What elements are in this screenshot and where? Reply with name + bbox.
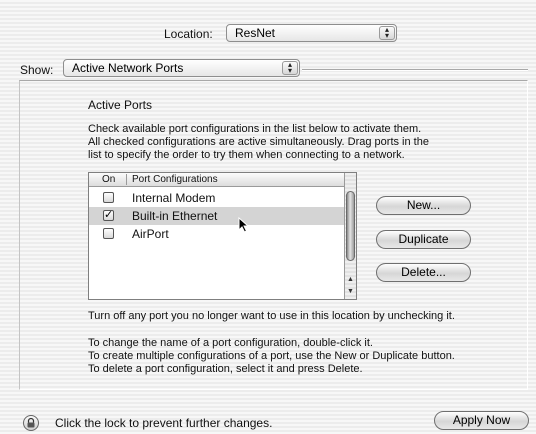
port-name: AirPort <box>132 227 169 241</box>
lock-text: Click the lock to prevent further change… <box>55 416 273 430</box>
location-value: ResNet <box>235 26 276 40</box>
list-item-airport[interactable]: AirPort <box>89 225 344 243</box>
list-header: On Port Configurations <box>89 173 344 187</box>
column-header-port-configurations[interactable]: Port Configurations <box>132 173 218 186</box>
arrow-cursor-icon <box>238 217 249 233</box>
up-down-arrows-icon: ▴ ▾ <box>282 61 298 75</box>
show-separator <box>302 69 528 71</box>
port-checkbox[interactable]: ✓ <box>103 210 114 221</box>
duplicate-button[interactable]: Duplicate <box>376 230 471 249</box>
note-line-3: To delete a port configuration, select i… <box>88 363 363 375</box>
show-value: Active Network Ports <box>72 61 184 75</box>
show-label: Show: <box>20 63 54 77</box>
show-popup[interactable]: Active Network Ports ▴ ▾ <box>63 59 300 77</box>
section-title: Active Ports <box>88 98 153 112</box>
new-button[interactable]: New... <box>376 196 471 215</box>
note-line-2: To create multiple configurations of a p… <box>88 350 455 362</box>
checkmark-icon: ✓ <box>104 209 114 221</box>
delete-button[interactable]: Delete... <box>376 263 471 282</box>
instructions-line-3: list to specify the order to try them wh… <box>88 149 405 161</box>
port-checkbox[interactable] <box>103 228 114 239</box>
port-name: Built-in Ethernet <box>132 209 218 223</box>
list-scrollbar[interactable]: ▲ ▼ <box>344 173 356 299</box>
lock-icon[interactable] <box>23 415 39 431</box>
scroll-up-icon[interactable]: ▲ <box>345 274 356 285</box>
location-popup[interactable]: ResNet ▴ ▾ <box>226 24 397 42</box>
scrollbar-thumb[interactable] <box>346 191 355 261</box>
note-line-1: To change the name of a port configurati… <box>88 337 373 349</box>
scroll-down-icon[interactable]: ▼ <box>345 286 356 297</box>
column-header-on[interactable]: On <box>102 173 115 186</box>
instructions-line-1: Check available port configurations in t… <box>88 123 422 135</box>
list-item-internal-modem[interactable]: Internal Modem <box>89 189 344 207</box>
list-item-built-in-ethernet[interactable]: ✓ Built-in Ethernet <box>89 207 344 225</box>
port-name: Internal Modem <box>132 191 216 205</box>
column-divider <box>126 174 127 185</box>
turn-off-note: Turn off any port you no longer want to … <box>88 310 455 322</box>
instructions-line-2: All checked configurations are active si… <box>88 136 429 148</box>
location-label: Location: <box>164 27 213 41</box>
apply-now-button[interactable]: Apply Now <box>434 411 529 430</box>
port-checkbox[interactable] <box>103 192 114 203</box>
up-down-arrows-icon: ▴ ▾ <box>379 26 395 40</box>
port-configurations-list[interactable]: On Port Configurations Internal Modem ✓ … <box>88 172 357 300</box>
